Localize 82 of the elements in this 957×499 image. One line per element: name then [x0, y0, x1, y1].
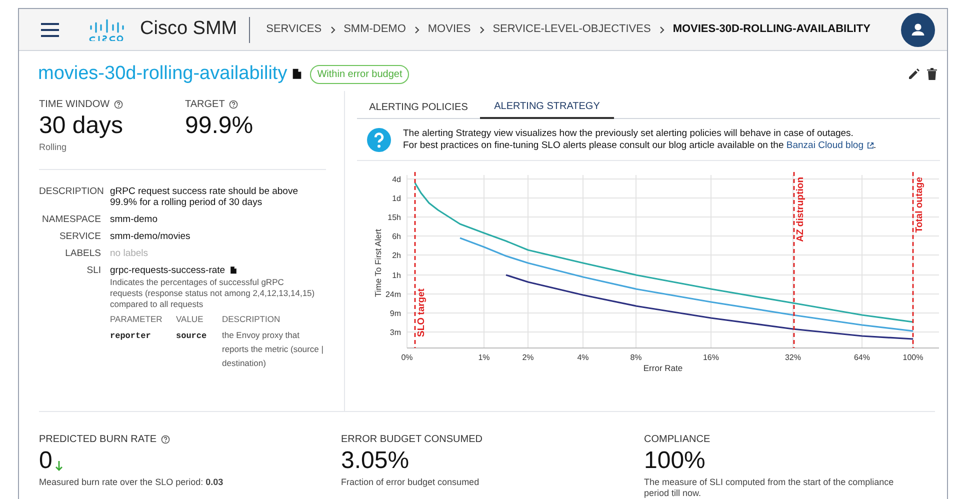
axis-tick-label: 1%	[478, 353, 490, 362]
field-value: smm-demo	[110, 214, 159, 224]
metric-note: Fraction of error budget consumed	[341, 477, 480, 488]
axis-tick-label: 8%	[630, 353, 642, 362]
blog-link[interactable]: Banzai Cloud blog	[786, 140, 874, 152]
axis-tick-label: 64%	[854, 353, 870, 362]
breadcrumb-item[interactable]: MOVIES	[428, 21, 471, 38]
field-label: DESCRIPTION	[39, 186, 101, 198]
stat-note: Rolling	[39, 141, 68, 154]
avatar-icon[interactable]	[901, 12, 935, 46]
threshold-label: AZ distruption	[795, 177, 806, 242]
axis-tick-label: 24m	[385, 290, 401, 299]
threshold-label: SLO target	[416, 288, 427, 337]
document-icon[interactable]	[230, 266, 238, 274]
column-header: DESCRIPTION	[222, 312, 282, 326]
metric-value: 100%	[644, 447, 706, 475]
axis-tick-label: 4d	[392, 175, 401, 184]
breadcrumb-item[interactable]: SERVICE-LEVEL-OBJECTIVES	[492, 21, 651, 38]
field-label: SERVICE	[58, 230, 101, 242]
external-link-icon	[866, 142, 874, 149]
field-value: smm-demo/movies	[110, 230, 192, 242]
chevron-icon	[414, 26, 420, 34]
metric-label: COMPLIANCE	[644, 433, 710, 447]
metric-value: 0	[39, 447, 52, 475]
tab[interactable]: ALERTING STRATEGY	[480, 95, 614, 119]
table-cell-text: reporter	[110, 330, 152, 342]
stat-label: TIME WINDOW	[39, 98, 110, 112]
help-icon[interactable]	[114, 100, 123, 109]
stat-value: 30 days	[39, 112, 124, 140]
stat-label: TARGET	[185, 98, 225, 112]
axis-tick-label: 2%	[522, 353, 534, 362]
field-label: SLI	[86, 264, 101, 278]
table-cell-text: source	[176, 330, 208, 342]
metric-note: Measured burn rate over the SLO period: 0.03	[39, 477, 224, 488]
breadcrumb-item[interactable]: SERVICES	[266, 21, 322, 38]
tab[interactable]: ALERTING POLICIES	[357, 95, 480, 119]
breadcrumb-item: MOVIES-30D-ROLLING-AVAILABILITY	[672, 22, 870, 38]
sli-description: Indicates the percentages of successful gRPC requests (response status not among 2,4,12,13,14,15) compared to all requests	[110, 276, 316, 310]
sli-name: grpc-requests-success-rate	[110, 264, 226, 276]
column-header: VALUE	[176, 312, 204, 326]
field-value: no labels	[110, 248, 150, 258]
column-header: PARAMETER	[110, 312, 164, 326]
field-label: NAMESPACE	[41, 214, 101, 224]
axis-tick-label: 0%	[401, 353, 413, 362]
axis-tick-label: 100%	[902, 353, 924, 362]
document-icon[interactable]	[292, 68, 302, 80]
metric-note: The measure of SLI computed from the start of the compliance period till now.	[644, 477, 895, 499]
info-text: The alerting Strategy view visualizes how the previously set alerting policies will behave in case of outages. For best practices on fine-tuning SLO alerts please consult our blog article available on the Banzai Cloud blog .	[403, 128, 876, 152]
breadcrumb-item[interactable]: SMM-DEMO	[344, 21, 406, 38]
axis-tick-label: 16%	[703, 353, 719, 362]
table-cell-text: the Envoy proxy that reports the metric (source | destination)	[222, 328, 324, 370]
axis-tick-label: 1d	[392, 194, 401, 203]
axis-title: Time To First Alert	[373, 229, 383, 297]
status-badge: Within error budget	[310, 64, 410, 84]
help-icon[interactable]	[160, 435, 170, 444]
edit-icon[interactable]	[908, 68, 920, 80]
axis-tick-label: 9m	[390, 309, 401, 318]
slo-title: movies-30d-rolling-availability	[38, 62, 288, 86]
menu-icon[interactable]	[41, 22, 59, 36]
axis-tick-label: 4%	[577, 353, 589, 362]
help-icon[interactable]	[228, 100, 238, 109]
chevron-icon	[478, 26, 485, 34]
axis-tick-label: 1h	[392, 271, 401, 280]
logo-icon	[89, 18, 125, 40]
chevron-icon	[658, 26, 665, 34]
help-icon	[367, 128, 391, 152]
axis-tick-label: 3m	[390, 328, 401, 337]
threshold-label: Total outage	[914, 177, 925, 233]
axis-tick-label: 6h	[392, 232, 401, 241]
axis-tick-label: 15h	[388, 213, 401, 222]
metric-value: 3.05%	[341, 447, 410, 475]
delete-icon[interactable]	[927, 68, 937, 80]
field-value: gRPC request success rate should be above 99.9% for a rolling period of 30 days	[110, 186, 299, 208]
axis-tick-label: 32%	[785, 353, 801, 362]
app-title: Cisco SMM	[140, 17, 238, 42]
stat-value: 99.9%	[185, 112, 254, 140]
field-label: LABELS	[64, 248, 101, 258]
metric-label: PREDICTED BURN RATE	[39, 433, 157, 447]
axis-tick-label: 2h	[392, 251, 401, 260]
chevron-icon	[330, 26, 336, 34]
metric-label: ERROR BUDGET CONSUMED	[341, 433, 482, 447]
axis-title: Error Rate	[643, 363, 683, 373]
